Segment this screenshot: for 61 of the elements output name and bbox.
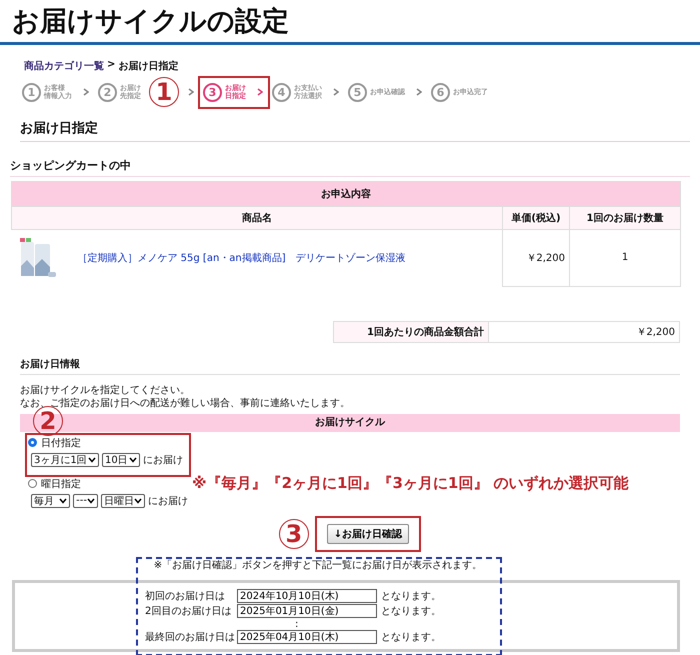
chevron-icon [416, 88, 422, 96]
column-header: 1回のお届け数量 [570, 206, 680, 230]
date-field[interactable]: 2024年10月10日(木) [237, 589, 377, 603]
dropdown[interactable]: --- [73, 494, 98, 508]
chevron-icon [188, 88, 194, 96]
column-header: 単価(税込) [502, 206, 570, 230]
date-suffix: となります。 [381, 590, 441, 603]
date-label: 最終回のお届け日は [145, 631, 236, 644]
breadcrumb-link[interactable]: 商品カテゴリ一覧 [24, 59, 104, 73]
date-suffix: となります。 [381, 605, 441, 618]
step-number: 1 [22, 82, 41, 102]
option-suffix: にお届け [148, 494, 188, 508]
confirm-button[interactable]: ↓お届け日確認 [326, 524, 410, 544]
date-label: 2回目のお届け日は [145, 605, 232, 618]
caret-icon [134, 498, 142, 504]
ellipsis-mark: : [295, 618, 298, 630]
page-title: お届けサイクルの設定 [0, 0, 700, 45]
description-text: なお、ご指定のお届け日への配送が難しい場合、事前に連絡いたします。 [20, 396, 351, 410]
dropdown[interactable]: 3ヶ月に1回 [31, 452, 99, 466]
breadcrumb-current: お届け日指定 [118, 59, 178, 73]
step-number: 6 [431, 82, 450, 102]
option-label: 曜日指定 [41, 478, 81, 490]
table-cell: 1 [570, 230, 680, 286]
caret-icon [129, 456, 137, 462]
dropdown[interactable]: 10日 [102, 452, 140, 466]
radio-button[interactable] [28, 438, 37, 447]
caret-icon [59, 498, 68, 504]
step-number: 3 [203, 82, 222, 102]
cart-title: ショッピングカートの中 [10, 158, 690, 177]
chevron-icon [333, 88, 339, 96]
caret-icon [88, 456, 96, 462]
date-field[interactable]: 2025年04月10日(木) [237, 630, 377, 644]
option-label: 日付指定 [41, 436, 81, 450]
total-value: ￥2,200 [489, 320, 680, 342]
annotation-text: ※『毎月』『2ヶ月に1回』『3ヶ月に1回』 のいずれか選択可能 [192, 474, 629, 492]
date-label: 初回のお届け日は [145, 590, 226, 603]
column-header: 商品名 [12, 206, 502, 230]
caret-icon [87, 498, 95, 504]
step-number: 5 [348, 82, 367, 102]
step-number: 2 [98, 82, 117, 102]
callout-number: 3 [278, 518, 309, 548]
product-link[interactable]: ［定期購入］メノケア 55g [an・an掲載商品] デリケートゾーン保湿液 [78, 251, 406, 265]
step-number: 4 [272, 82, 291, 102]
date-suffix: となります。 [381, 631, 441, 644]
chevron-icon [83, 88, 89, 96]
description-text: お届けサイクルを指定してください。 [20, 384, 191, 396]
highlight-frame [198, 76, 270, 108]
schedule-note: ※「お届け日確認」ボタンを押すと下記一覧にお届け日が表示されます。 [152, 558, 484, 572]
chevron-icon [257, 88, 263, 96]
date-field[interactable]: 2025年01月10日(金) [237, 604, 377, 618]
table-cell: ￥2,200 [502, 230, 570, 286]
dropdown[interactable]: 日曜日 [101, 494, 145, 508]
total-label: 1回あたりの商品金額合計 [333, 320, 489, 342]
radio-button[interactable] [28, 479, 37, 488]
dropdown[interactable]: 毎月 [31, 494, 70, 508]
callout-number: 1 [149, 77, 179, 107]
table-caption: お申込内容 [12, 182, 680, 206]
section-title: お届け日指定 [20, 119, 690, 142]
breadcrumb-separator: > [107, 59, 116, 72]
option-suffix: にお届け [143, 454, 183, 466]
delivery-title: お届け日情報 [20, 356, 680, 374]
